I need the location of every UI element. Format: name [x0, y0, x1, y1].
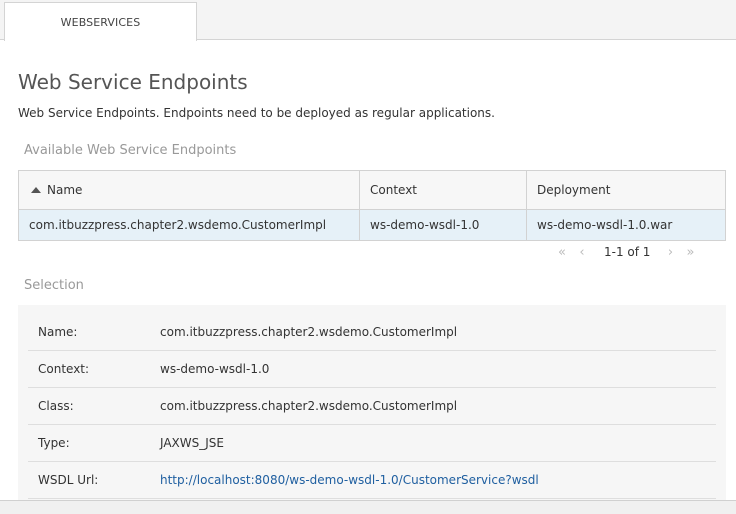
column-header-context[interactable]: Context	[359, 170, 527, 210]
tab-bar: WEBSERVICES	[0, 0, 736, 41]
sort-ascending-icon	[31, 187, 41, 193]
column-header-deployment[interactable]: Deployment	[526, 170, 726, 210]
field-label: Name:	[38, 325, 78, 339]
table-row[interactable]: com.itbuzzpress.chapter2.wsdemo.Customer…	[18, 209, 726, 241]
field-value-container: http://localhost:8080/ws-demo-wsdl-1.0/C…	[160, 473, 716, 487]
pager: « ‹ 1-1 of 1 › »	[552, 244, 700, 260]
column-header-name[interactable]: Name	[18, 170, 360, 210]
previous-page-icon[interactable]: ‹	[572, 245, 592, 260]
selection-row-context: Context: ws-demo-wsdl-1.0	[28, 351, 716, 388]
column-header-label: Context	[370, 183, 418, 197]
next-page-icon[interactable]: ›	[660, 245, 680, 260]
selection-heading: Selection	[24, 278, 84, 293]
table-header-row: Name Context Deployment	[18, 170, 726, 210]
field-value: JAXWS_JSE	[160, 436, 224, 450]
column-header-label: Deployment	[537, 183, 611, 197]
field-value: ws-demo-wsdl-1.0	[160, 362, 270, 376]
selection-row-wsdl-url: WSDL Url: http://localhost:8080/ws-demo-…	[28, 462, 716, 499]
cell-context: ws-demo-wsdl-1.0	[359, 209, 527, 241]
tab-webservices[interactable]: WEBSERVICES	[4, 2, 197, 41]
endpoints-table: Name Context Deployment com.itbuzzpress.…	[18, 170, 726, 241]
selection-row-name: Name: com.itbuzzpress.chapter2.wsdemo.Cu…	[28, 314, 716, 351]
available-endpoints-heading: Available Web Service Endpoints	[24, 143, 237, 158]
pager-status: 1-1 of 1	[604, 245, 651, 259]
selection-panel: Name: com.itbuzzpress.chapter2.wsdemo.Cu…	[18, 305, 726, 505]
bottom-bar	[0, 500, 736, 514]
field-label: WSDL Url:	[38, 473, 99, 487]
field-label: Context:	[38, 362, 90, 376]
field-value: com.itbuzzpress.chapter2.wsdemo.Customer…	[160, 325, 458, 339]
selection-row-type: Type: JAXWS_JSE	[28, 425, 716, 462]
first-page-icon[interactable]: «	[552, 245, 572, 260]
field-label: Class:	[38, 399, 74, 413]
wsdl-url-link[interactable]: http://localhost:8080/ws-demo-wsdl-1.0/C…	[160, 473, 539, 487]
selection-row-class: Class: com.itbuzzpress.chapter2.wsdemo.C…	[28, 388, 716, 425]
field-label: Type:	[38, 436, 70, 450]
page-description: Web Service Endpoints. Endpoints need to…	[18, 106, 495, 120]
field-value: com.itbuzzpress.chapter2.wsdemo.Customer…	[160, 399, 458, 413]
cell-name: com.itbuzzpress.chapter2.wsdemo.Customer…	[18, 209, 360, 241]
last-page-icon[interactable]: »	[680, 245, 700, 260]
column-header-label: Name	[47, 183, 83, 197]
page-title: Web Service Endpoints	[18, 70, 248, 94]
cell-deployment: ws-demo-wsdl-1.0.war	[526, 209, 726, 241]
